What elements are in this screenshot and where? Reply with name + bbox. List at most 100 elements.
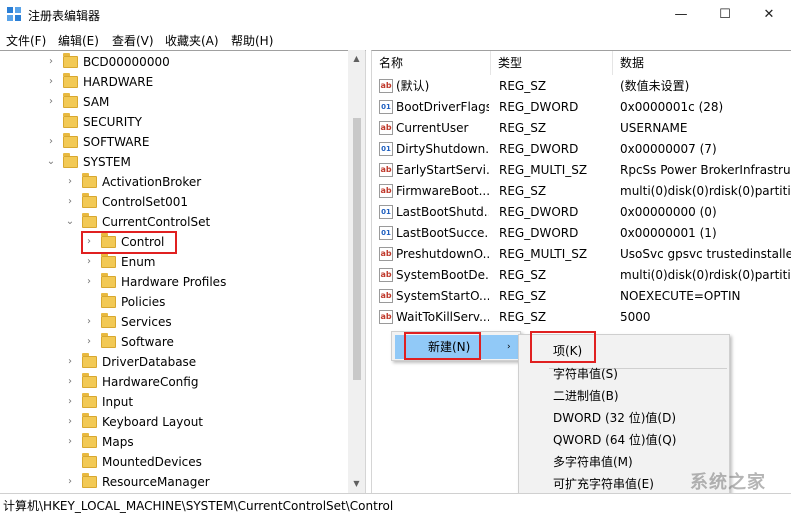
- expand-arrow-icon[interactable]: ›: [46, 52, 56, 72]
- expanded-arrow-icon[interactable]: ⌄: [65, 212, 75, 232]
- value-data: USERNAME: [620, 121, 688, 135]
- expand-arrow-icon[interactable]: ›: [84, 252, 94, 272]
- value-type: REG_DWORD: [499, 205, 579, 219]
- value-row[interactable]: ab SystemStartO... REG_SZ NOEXECUTE=OPTIN: [372, 286, 791, 307]
- regedit-icon: [7, 7, 23, 23]
- expand-arrow-icon[interactable]: ›: [46, 92, 56, 112]
- value-data: 0x00000001 (1): [620, 226, 717, 240]
- tree-item[interactable]: › SAM: [0, 92, 348, 112]
- tree-item[interactable]: › Control: [0, 232, 348, 252]
- folder-icon: [82, 353, 97, 368]
- value-row[interactable]: ab WaitToKillServ... REG_SZ 5000: [372, 307, 791, 328]
- column-header-name[interactable]: 名称: [372, 51, 491, 75]
- tree-item-label: Enum: [121, 255, 156, 269]
- tree-item[interactable]: › Input: [0, 392, 348, 412]
- expand-arrow-icon[interactable]: ›: [65, 352, 75, 372]
- value-name: WaitToKillServ...: [396, 310, 489, 324]
- menu-file[interactable]: 文件(F): [6, 32, 46, 49]
- menu-favorites[interactable]: 收藏夹(A): [165, 32, 219, 49]
- value-data: 5000: [620, 310, 651, 324]
- value-type: REG_MULTI_SZ: [499, 247, 588, 261]
- tree-item[interactable]: ⌄ SYSTEM: [0, 152, 348, 172]
- value-row[interactable]: 01 LastBootShutd... REG_DWORD 0x00000000 (0…: [372, 202, 791, 223]
- expand-arrow-icon[interactable]: ›: [46, 132, 56, 152]
- tree-item[interactable]: › Hardware Profiles: [0, 272, 348, 292]
- tree-item[interactable]: › HARDWARE: [0, 72, 348, 92]
- folder-icon: [101, 313, 116, 328]
- tree-item[interactable]: Policies: [0, 292, 348, 312]
- menu-view[interactable]: 查看(V): [112, 32, 154, 49]
- value-row[interactable]: ab (默认) REG_SZ (数值未设置): [372, 76, 791, 97]
- column-header-data[interactable]: 数据: [613, 51, 791, 75]
- menu-item-key[interactable]: 项(K): [522, 338, 726, 364]
- value-row[interactable]: ab SystemBootDe... REG_SZ multi(0)disk(0)rd…: [372, 265, 791, 286]
- string-value-icon: ab: [379, 79, 393, 93]
- tree-item[interactable]: › Software: [0, 332, 348, 352]
- maximize-button[interactable]: ☐: [703, 0, 747, 30]
- tree-item[interactable]: › DriverDatabase: [0, 352, 348, 372]
- tree-item[interactable]: › ActivationBroker: [0, 172, 348, 192]
- tree-item[interactable]: › HardwareConfig: [0, 372, 348, 392]
- menu-item-dword[interactable]: DWORD (32 位)值(D): [522, 408, 726, 429]
- tree-item-label: HARDWARE: [83, 75, 154, 89]
- expand-arrow-icon[interactable]: ›: [65, 412, 75, 432]
- tree-scroll-thumb[interactable]: [353, 118, 361, 380]
- expand-arrow-icon[interactable]: ›: [46, 72, 56, 92]
- menu-edit[interactable]: 编辑(E): [58, 32, 99, 49]
- tree-item[interactable]: SECURITY: [0, 112, 348, 132]
- folder-icon: [63, 73, 78, 88]
- tree-item[interactable]: › Services: [0, 312, 348, 332]
- expand-arrow-icon[interactable]: ›: [65, 192, 75, 212]
- expanded-arrow-icon[interactable]: ⌄: [46, 152, 56, 172]
- expand-arrow-icon[interactable]: ›: [84, 332, 94, 352]
- column-header-type[interactable]: 类型: [491, 51, 613, 75]
- value-type: REG_SZ: [499, 289, 547, 303]
- tree-item-label: ResourceManager: [102, 475, 210, 489]
- expand-arrow-icon[interactable]: ›: [84, 272, 94, 292]
- tree-item[interactable]: › BCD00000000: [0, 52, 348, 72]
- minimize-button[interactable]: —: [659, 0, 703, 30]
- tree-item[interactable]: MountedDevices: [0, 452, 348, 472]
- value-row[interactable]: 01 LastBootSucce... REG_DWORD 0x00000001 (1…: [372, 223, 791, 244]
- value-row[interactable]: ab EarlyStartServi... REG_MULTI_SZ RpcSs Po…: [372, 160, 791, 181]
- expand-arrow-icon[interactable]: ›: [65, 472, 75, 492]
- value-row[interactable]: 01 DirtyShutdown... REG_DWORD 0x00000007 (7…: [372, 139, 791, 160]
- value-row[interactable]: ab FirmwareBoot... REG_SZ multi(0)disk(0)rd…: [372, 181, 791, 202]
- value-type: REG_DWORD: [499, 226, 579, 240]
- value-name: BootDriverFlags: [396, 100, 489, 114]
- menu-item-new[interactable]: 新建(N): [395, 335, 519, 359]
- close-button[interactable]: ✕: [747, 0, 791, 30]
- tree-item[interactable]: › ResourceManager: [0, 472, 348, 492]
- expand-arrow-icon[interactable]: ›: [65, 372, 75, 392]
- menu-help[interactable]: 帮助(H): [231, 32, 273, 49]
- tree-item-label: Hardware Profiles: [121, 275, 227, 289]
- tree-item[interactable]: › Keyboard Layout: [0, 412, 348, 432]
- menu-item-string[interactable]: 字符串值(S): [522, 364, 726, 385]
- key-tree[interactable]: › BCD00000000 › HARDWARE › SAM SECURITY › SOFTWA…: [0, 50, 366, 493]
- value-data: UsoSvc gpsvc trustedinstaller: [620, 247, 791, 261]
- expand-arrow-icon[interactable]: ›: [65, 172, 75, 192]
- expand-arrow-icon[interactable]: ›: [84, 312, 94, 332]
- value-row[interactable]: ab CurrentUser REG_SZ USERNAME: [372, 118, 791, 139]
- value-type: REG_MULTI_SZ: [499, 163, 588, 177]
- menu-item-binary[interactable]: 二进制值(B): [522, 386, 726, 407]
- value-type: REG_SZ: [499, 79, 547, 93]
- string-value-icon: ab: [379, 121, 393, 135]
- expand-arrow-icon[interactable]: ›: [65, 432, 75, 452]
- tree-item[interactable]: › SOFTWARE: [0, 132, 348, 152]
- value-row[interactable]: ab PreshutdownO... REG_MULTI_SZ UsoSvc gpsv…: [372, 244, 791, 265]
- scroll-down-arrow-icon[interactable]: ▼: [349, 476, 364, 492]
- expand-arrow-icon[interactable]: ›: [65, 392, 75, 412]
- tree-item[interactable]: ⌄ CurrentControlSet: [0, 212, 348, 232]
- menu-item-qword[interactable]: QWORD (64 位)值(Q): [522, 430, 726, 451]
- expand-arrow-icon[interactable]: ›: [84, 232, 94, 252]
- folder-icon: [101, 293, 116, 308]
- value-data: RpcSs Power BrokerInfrastruc: [620, 163, 791, 177]
- tree-item[interactable]: › ControlSet001: [0, 192, 348, 212]
- value-name: (默认): [396, 79, 430, 93]
- folder-icon: [82, 193, 97, 208]
- value-row[interactable]: 01 BootDriverFlags REG_DWORD 0x0000001c (28…: [372, 97, 791, 118]
- tree-item[interactable]: › Maps: [0, 432, 348, 452]
- tree-item[interactable]: › Enum: [0, 252, 348, 272]
- scroll-up-arrow-icon[interactable]: ▲: [349, 51, 364, 67]
